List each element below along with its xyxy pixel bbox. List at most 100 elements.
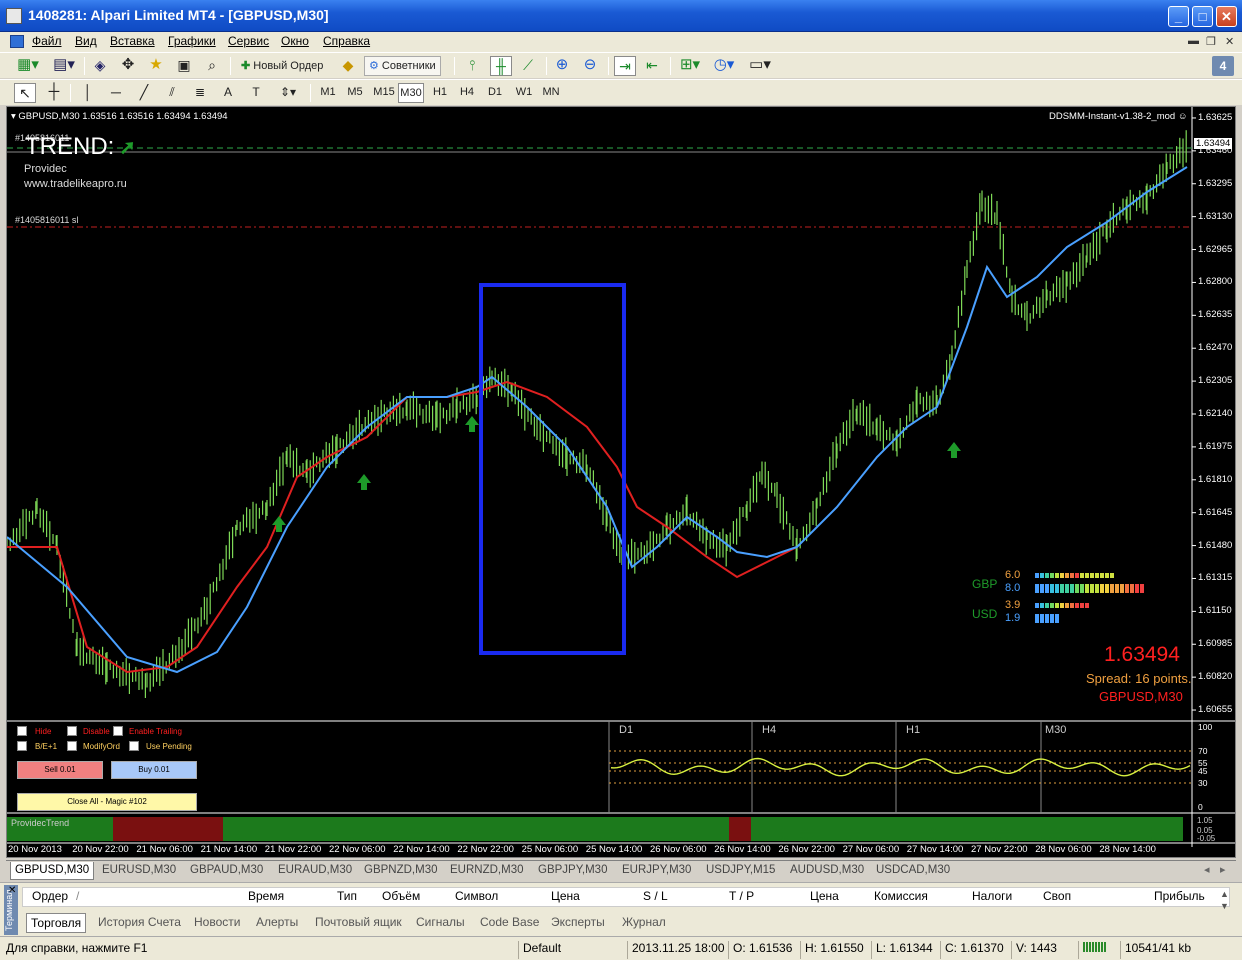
line-chart-icon[interactable]: ⟋ (518, 56, 538, 76)
tab-trade[interactable]: Торговля (26, 913, 87, 933)
tab-alerts[interactable]: Алерты (256, 913, 298, 933)
col-price[interactable]: Цена (551, 887, 580, 907)
menu-file[interactable]: Файл (32, 34, 62, 48)
tab-journal[interactable]: Журнал (622, 913, 666, 933)
scroll-up-icon[interactable]: ▲ (1220, 889, 1229, 899)
tab-history[interactable]: История Счета (98, 913, 181, 933)
autoscroll-icon[interactable]: ⇥ (614, 56, 636, 76)
tab-euraud[interactable]: EURAUD,M30 (274, 862, 356, 880)
mdi-restore-icon[interactable]: ❐ (1206, 35, 1216, 48)
tab-news[interactable]: Новости (194, 913, 240, 933)
tf-d1[interactable]: D1 (483, 83, 507, 103)
zoom-in-icon[interactable]: ⊕ (552, 56, 572, 76)
be-checkbox[interactable] (17, 741, 27, 751)
col-taxes[interactable]: Налоги (972, 887, 1012, 907)
indicators-icon[interactable]: ⊞▾ (676, 56, 704, 76)
col-time[interactable]: Время (248, 887, 284, 907)
tab-eurusd[interactable]: EURUSD,M30 (98, 862, 180, 880)
cursor-icon[interactable]: ↖ (14, 83, 36, 103)
menu-tools[interactable]: Сервис (228, 34, 269, 48)
close-all-button[interactable]: Close All - Magic #102 (17, 793, 197, 811)
minimize-button[interactable]: _ (1168, 6, 1189, 27)
modify-checkbox[interactable] (67, 741, 77, 751)
templates-icon[interactable]: ▭▾ (746, 56, 774, 76)
col-swap[interactable]: Своп (1043, 887, 1071, 907)
tf-m15[interactable]: M15 (370, 83, 398, 103)
bar-chart-icon[interactable]: ⫯ (462, 56, 482, 76)
menu-help[interactable]: Справка (323, 34, 370, 48)
col-order[interactable]: Ордер (32, 887, 68, 907)
tf-m5[interactable]: M5 (343, 83, 367, 103)
tabs-scroll-right-icon[interactable]: ▸ (1220, 863, 1226, 876)
terminal-close-icon[interactable]: ✕ (8, 885, 16, 896)
favorites-icon[interactable]: ★ (146, 56, 166, 76)
terminal-icon[interactable]: ▣ (174, 56, 194, 76)
equidistant-channel-icon[interactable]: ⫽ (162, 83, 182, 103)
trendline-icon[interactable]: ╱ (134, 83, 154, 103)
mdi-close-icon[interactable]: ✕ (1225, 35, 1234, 48)
maximize-button[interactable]: □ (1192, 6, 1213, 27)
tf-m1[interactable]: M1 (316, 83, 340, 103)
expert-advisors-button[interactable]: ⚙ Советники (364, 56, 441, 76)
tab-eurjpy[interactable]: EURJPY,M30 (618, 862, 695, 880)
col-price2[interactable]: Цена (810, 887, 839, 907)
col-sl[interactable]: S / L (643, 887, 668, 907)
tab-gbpjpy[interactable]: GBPJPY,M30 (534, 862, 611, 880)
col-tp[interactable]: T / P (729, 887, 754, 907)
tab-signals[interactable]: Сигналы (416, 913, 465, 933)
col-commission[interactable]: Комиссия (874, 887, 928, 907)
col-volume[interactable]: Объём (382, 887, 420, 907)
tester-icon[interactable]: ⌕ (202, 56, 222, 76)
mdi-minimize-icon[interactable]: ▬ (1188, 35, 1199, 47)
tf-mn[interactable]: MN (538, 83, 564, 103)
fibonacci-icon[interactable]: ≣ (190, 83, 210, 103)
new-chart-icon[interactable]: ▦▾ (14, 56, 42, 76)
market-watch-icon[interactable]: ◈ (90, 56, 110, 76)
pending-checkbox[interactable] (129, 741, 139, 751)
text-label-icon[interactable]: T (246, 83, 266, 103)
menu-view[interactable]: Вид (75, 34, 97, 48)
tab-gbpnzd[interactable]: GBPNZD,M30 (360, 862, 442, 880)
trailing-checkbox[interactable] (113, 726, 123, 736)
horizontal-line-icon[interactable]: ─ (106, 83, 126, 103)
metaeditor-icon[interactable]: ◆ (338, 56, 358, 76)
crosshair-icon[interactable]: ┼ (44, 83, 64, 103)
tf-m30[interactable]: M30 (398, 83, 424, 103)
arrows-icon[interactable]: ⇕▾ (274, 83, 302, 103)
candle-chart-icon[interactable]: ╫ (490, 56, 512, 76)
tab-eurnzd[interactable]: EURNZD,M30 (446, 862, 527, 880)
buy-button[interactable]: Buy 0.01 (111, 761, 197, 779)
tab-codebase[interactable]: Code Base (480, 913, 539, 933)
tab-usdcad[interactable]: USDCAD,M30 (872, 862, 954, 880)
text-icon[interactable]: A (218, 83, 238, 103)
chart-window[interactable]: ▾ GBPUSD,M30 1.63516 1.63516 1.63494 1.6… (6, 106, 1236, 858)
col-symbol[interactable]: Символ (455, 887, 498, 907)
tab-gbpaud[interactable]: GBPAUD,M30 (186, 862, 267, 880)
zoom-out-icon[interactable]: ⊖ (580, 56, 600, 76)
scroll-down-icon[interactable]: ▼ (1220, 901, 1229, 911)
notifications-badge[interactable]: 4 (1212, 56, 1234, 76)
menu-charts[interactable]: Графики (168, 34, 216, 48)
vertical-line-icon[interactable]: │ (78, 83, 98, 103)
menu-insert[interactable]: Вставка (110, 34, 155, 48)
menu-window[interactable]: Окно (281, 34, 309, 48)
tf-h4[interactable]: H4 (455, 83, 479, 103)
col-profit[interactable]: Прибыль (1154, 887, 1205, 907)
mdi-chart-icon[interactable] (10, 35, 24, 48)
col-type[interactable]: Тип (337, 887, 357, 907)
sell-button[interactable]: Sell 0.01 (17, 761, 103, 779)
close-button[interactable]: ✕ (1216, 6, 1237, 27)
tf-w1[interactable]: W1 (511, 83, 537, 103)
tabs-scroll-left-icon[interactable]: ◂ (1204, 863, 1210, 876)
tab-usdjpy[interactable]: USDJPY,M15 (702, 862, 779, 880)
tab-experts[interactable]: Эксперты (551, 913, 605, 933)
chart-shift-icon[interactable]: ⇤ (642, 56, 662, 76)
hide-checkbox[interactable] (17, 726, 27, 736)
tab-audusd[interactable]: AUDUSD,M30 (786, 862, 868, 880)
tab-gbpusd[interactable]: GBPUSD,M30 (10, 862, 95, 880)
new-order-button[interactable]: ✚ Новый Ордер (236, 56, 328, 76)
tab-mailbox[interactable]: Почтовый ящик (315, 913, 402, 933)
navigator-icon[interactable]: ✥ (118, 56, 138, 76)
profiles-icon[interactable]: ▤▾ (50, 56, 78, 76)
disable-checkbox[interactable] (67, 726, 77, 736)
